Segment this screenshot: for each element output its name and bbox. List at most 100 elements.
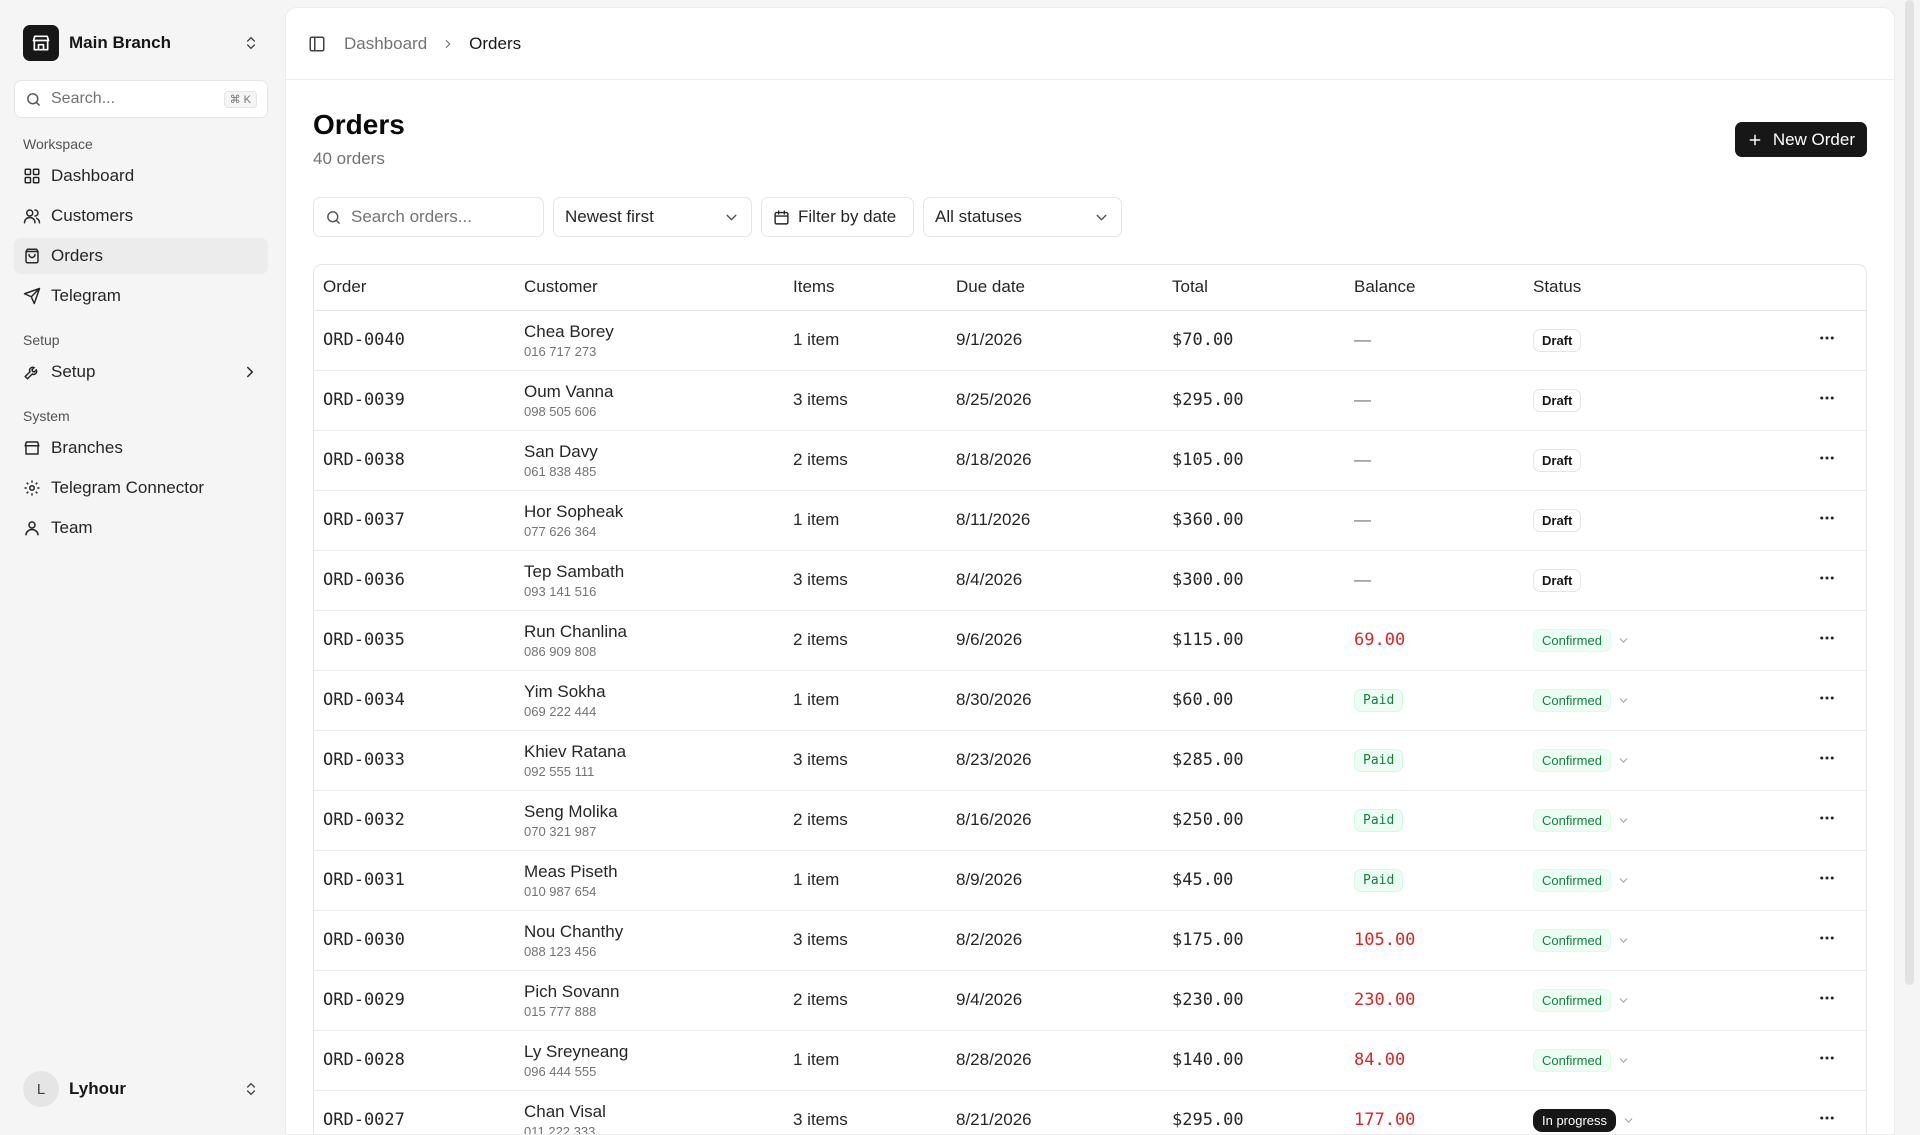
more-horizontal-icon[interactable]	[1818, 989, 1836, 1007]
status-cell: Confirmed	[1525, 970, 1787, 1031]
table-header-row: Order Customer Items Due date Total Bala…	[314, 265, 1866, 311]
table-row[interactable]: ORD-0030 Nou Chanthy 088 123 456 3 items…	[314, 910, 1866, 971]
table-row[interactable]: ORD-0039 Oum Vanna 098 505 606 3 items 8…	[314, 370, 1866, 431]
table-row[interactable]: ORD-0037 Hor Sopheak 077 626 364 1 item …	[314, 490, 1866, 551]
more-horizontal-icon[interactable]	[1818, 389, 1836, 407]
status-dropdown[interactable]: Confirmed	[1533, 928, 1630, 952]
table-row[interactable]: ORD-0035 Run Chanlina 086 909 808 2 item…	[314, 610, 1866, 671]
order-id[interactable]: ORD-0034	[314, 670, 516, 731]
sidebar-toggle-icon[interactable]	[308, 35, 326, 53]
table-row[interactable]: ORD-0038 San Davy 061 838 485 2 items 8/…	[314, 430, 1866, 491]
status-cell: Confirmed	[1525, 670, 1787, 731]
customer-name: Yim Sokha	[524, 681, 606, 701]
table-row[interactable]: ORD-0033 Khiev Ratana 092 555 111 3 item…	[314, 730, 1866, 791]
items-count: 3 items	[785, 730, 948, 791]
col-customer: Customer	[516, 265, 785, 311]
chevron-down-icon	[1619, 637, 1628, 643]
more-horizontal-icon[interactable]	[1818, 329, 1836, 347]
due-date: 8/23/2026	[948, 730, 1164, 791]
sidebar-item-customers[interactable]: Customers	[14, 198, 268, 234]
status-select[interactable]: All statuses	[923, 197, 1122, 237]
order-id[interactable]: ORD-0036	[314, 550, 516, 611]
customer-phone: 086 909 808	[524, 643, 597, 659]
status-dropdown[interactable]: Confirmed	[1533, 808, 1630, 832]
status-dropdown[interactable]: Confirmed	[1533, 688, 1630, 712]
sidebar-search[interactable]: Search... ⌘ K	[14, 80, 268, 118]
customer-phone: 069 222 444	[524, 703, 597, 719]
wrench-icon	[24, 366, 38, 380]
order-id[interactable]: ORD-0035	[314, 610, 516, 671]
table-row[interactable]: ORD-0029 Pich Sovann 015 777 888 2 items…	[314, 970, 1866, 1031]
status-badge: Confirmed	[1533, 988, 1611, 1012]
sidebar-item-team[interactable]: Team	[14, 510, 268, 546]
new-order-button[interactable]: New Order	[1734, 122, 1867, 157]
plus-icon	[1749, 134, 1761, 145]
more-horizontal-icon[interactable]	[1818, 509, 1836, 527]
order-id[interactable]: ORD-0038	[314, 430, 516, 491]
status-dropdown[interactable]: Confirmed	[1533, 628, 1630, 652]
order-id[interactable]: ORD-0037	[314, 490, 516, 551]
status-dropdown[interactable]: Confirmed	[1533, 1048, 1630, 1072]
customer-phone: 088 123 456	[524, 943, 597, 959]
table-row[interactable]: ORD-0031 Meas Piseth 010 987 654 1 item …	[314, 850, 1866, 911]
more-horizontal-icon[interactable]	[1818, 869, 1836, 887]
sidebar-item-orders[interactable]: Orders	[14, 238, 268, 274]
order-id[interactable]: ORD-0028	[314, 1030, 516, 1091]
chevron-down-icon	[1619, 937, 1628, 943]
balance-due: 69.00	[1354, 630, 1406, 650]
due-date: 8/2/2026	[948, 910, 1164, 971]
sidebar-item-label: Telegram Connector	[51, 478, 205, 497]
sidebar-item-telegram-connector[interactable]: Telegram Connector	[14, 470, 268, 506]
sidebar-item-branches[interactable]: Branches	[14, 430, 268, 466]
chevron-down-icon	[726, 214, 737, 221]
order-id[interactable]: ORD-0040	[314, 310, 516, 371]
user-menu[interactable]: L Lyhour	[14, 1063, 268, 1115]
status-dropdown[interactable]: Confirmed	[1533, 988, 1630, 1012]
table-row[interactable]: ORD-0036 Tep Sambath 093 141 516 3 items…	[314, 550, 1866, 611]
table-row[interactable]: ORD-0027 Chan Visal 011 222 333 3 items …	[314, 1090, 1866, 1134]
more-horizontal-icon[interactable]	[1818, 1109, 1836, 1127]
customer-cell: Run Chanlina 086 909 808	[516, 610, 785, 671]
branch-switcher[interactable]: Main Branch	[14, 14, 268, 72]
customer-name: Pich Sovann	[524, 981, 620, 1001]
order-id[interactable]: ORD-0029	[314, 970, 516, 1031]
more-horizontal-icon[interactable]	[1818, 569, 1836, 587]
order-id[interactable]: ORD-0031	[314, 850, 516, 911]
filter-by-date-button[interactable]: Filter by date	[761, 197, 914, 237]
order-id[interactable]: ORD-0033	[314, 730, 516, 791]
balance-empty: —	[1354, 450, 1371, 469]
order-search-input[interactable]: Search orders...	[313, 197, 544, 237]
more-horizontal-icon[interactable]	[1818, 929, 1836, 947]
more-horizontal-icon[interactable]	[1818, 629, 1836, 647]
table-row[interactable]: ORD-0034 Yim Sokha 069 222 444 1 item 8/…	[314, 670, 1866, 731]
chevron-down-icon	[1619, 817, 1628, 823]
sidebar-item-telegram[interactable]: Telegram	[14, 278, 268, 314]
actions-cell	[1787, 430, 1866, 491]
table-row[interactable]: ORD-0028 Ly Sreyneang 096 444 555 1 item…	[314, 1030, 1866, 1091]
customer-name: Meas Piseth	[524, 861, 618, 881]
more-horizontal-icon[interactable]	[1818, 689, 1836, 707]
more-horizontal-icon[interactable]	[1818, 809, 1836, 827]
sidebar-item-dashboard[interactable]: Dashboard	[14, 158, 268, 194]
customer-cell: Meas Piseth 010 987 654	[516, 850, 785, 911]
sidebar-item-setup[interactable]: Setup	[14, 354, 268, 390]
items-count: 2 items	[785, 430, 948, 491]
table-row[interactable]: ORD-0032 Seng Molika 070 321 987 2 items…	[314, 790, 1866, 851]
order-id[interactable]: ORD-0032	[314, 790, 516, 851]
order-id[interactable]: ORD-0027	[314, 1090, 516, 1134]
balance-cell: —	[1346, 430, 1525, 491]
more-horizontal-icon[interactable]	[1818, 1049, 1836, 1067]
scrollbar[interactable]	[1905, 0, 1914, 985]
more-horizontal-icon[interactable]	[1818, 749, 1836, 767]
breadcrumb-dashboard[interactable]: Dashboard	[344, 34, 427, 54]
status-dropdown[interactable]: Confirmed	[1533, 748, 1630, 772]
table-row[interactable]: ORD-0040 Chea Borey 016 717 273 1 item 9…	[314, 310, 1866, 371]
chevron-down-icon	[1619, 1057, 1628, 1063]
status-dropdown[interactable]: Confirmed	[1533, 868, 1630, 892]
status-dropdown[interactable]: In progress	[1533, 1108, 1635, 1132]
order-id[interactable]: ORD-0030	[314, 910, 516, 971]
sort-select[interactable]: Newest first	[553, 197, 752, 237]
order-total: $300.00	[1164, 550, 1346, 611]
order-id[interactable]: ORD-0039	[314, 370, 516, 431]
more-horizontal-icon[interactable]	[1818, 449, 1836, 467]
